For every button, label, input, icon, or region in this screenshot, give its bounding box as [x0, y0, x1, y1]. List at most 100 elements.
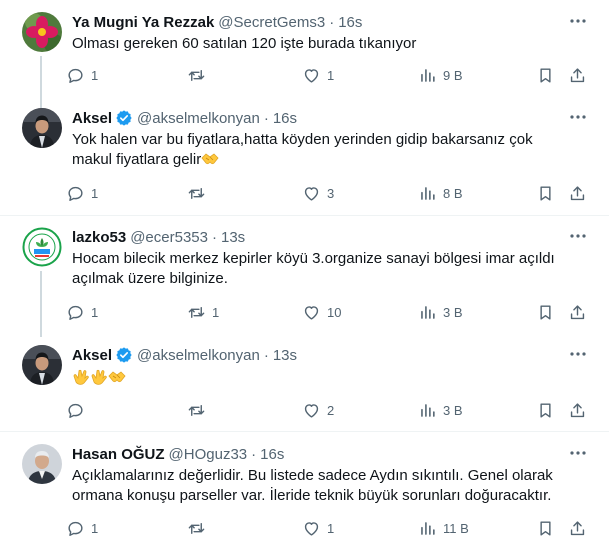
- view-count: 9 B: [443, 67, 463, 83]
- user-handle[interactable]: @SecretGems3: [218, 14, 325, 31]
- view-count: 11 B: [443, 520, 469, 536]
- retweet-icon: [188, 69, 205, 81]
- like-button[interactable]: 2: [302, 399, 334, 421]
- user-handle[interactable]: @HOguz33: [169, 446, 248, 463]
- avatar-aksel[interactable]: [22, 108, 62, 148]
- reply-count: 1: [91, 520, 99, 536]
- timestamp[interactable]: 13s: [221, 229, 245, 246]
- reply-icon: [68, 305, 83, 320]
- tweet-header: Aksel @akselmelkonyan · 13s: [72, 345, 569, 365]
- views-button[interactable]: 3 B: [418, 301, 463, 323]
- bookmark-button[interactable]: [536, 301, 555, 323]
- avatar-aksel[interactable]: [22, 345, 62, 385]
- retweet-icon: [188, 187, 205, 199]
- bookmark-button[interactable]: [536, 64, 555, 86]
- more-options-icon[interactable]: [569, 14, 587, 28]
- tweet[interactable]: Ya Mugni Ya Rezzak @SecretGems3 · 16s Ol…: [0, 12, 609, 108]
- heart-icon: [304, 403, 319, 418]
- separator-dot: ·: [263, 346, 269, 364]
- clapping-hands-emoji: [72, 368, 90, 391]
- tweet-text-content: Olması gereken 60 satılan 120 işte burad…: [72, 35, 417, 52]
- separator-dot: ·: [329, 13, 335, 31]
- share-button[interactable]: [568, 182, 587, 204]
- user-handle[interactable]: @akselmelkonyan: [137, 110, 260, 127]
- tweet-text: Olması gereken 60 satılan 120 işte burad…: [72, 34, 567, 54]
- like-button[interactable]: 10: [302, 301, 341, 323]
- heart-icon: [304, 68, 319, 83]
- reply-button[interactable]: 1: [66, 301, 98, 323]
- clapping-hands-emoji: [90, 368, 108, 391]
- more-options-icon[interactable]: [569, 347, 587, 361]
- timestamp[interactable]: 16s: [273, 110, 297, 127]
- reply-button[interactable]: 1: [66, 64, 98, 86]
- display-name[interactable]: lazko53: [72, 229, 126, 246]
- like-button[interactable]: 1: [302, 64, 334, 86]
- tweet[interactable]: Aksel @akselmelkonyan · 13s 2 3 B: [0, 345, 609, 425]
- reply-button[interactable]: 1: [66, 182, 98, 204]
- user-handle[interactable]: @akselmelkonyan: [137, 347, 260, 364]
- views-button[interactable]: 11 B: [418, 517, 469, 539]
- view-count: 3 B: [443, 304, 463, 320]
- timestamp[interactable]: 13s: [273, 347, 297, 364]
- tweet-text-content: Yok halen var bu fiyatlara,hatta köyden …: [72, 131, 533, 168]
- display-name[interactable]: Hasan OĞUZ: [72, 446, 165, 463]
- like-button[interactable]: 3: [302, 182, 334, 204]
- timestamp[interactable]: 16s: [338, 14, 362, 31]
- views-icon: [421, 403, 435, 417]
- bookmark-icon: [540, 402, 551, 418]
- tweet-divider: [0, 431, 609, 432]
- tweet[interactable]: lazko53 @ecer5353 · 13s Hocam bilecik me…: [0, 227, 609, 337]
- tweet[interactable]: Hasan OĞUZ @HOguz33 · 16s Açıklamalarını…: [0, 444, 609, 543]
- bookmark-button[interactable]: [536, 399, 555, 421]
- tweet[interactable]: Aksel @akselmelkonyan · 16s Yok halen va…: [0, 96, 609, 208]
- retweet-button[interactable]: 1: [187, 301, 219, 323]
- share-button[interactable]: [568, 399, 587, 421]
- retweet-button[interactable]: [187, 517, 212, 539]
- bookmark-button[interactable]: [536, 182, 555, 204]
- reply-button[interactable]: 1: [66, 517, 98, 539]
- views-icon: [421, 305, 435, 319]
- views-button[interactable]: 8 B: [418, 182, 463, 204]
- reply-icon: [68, 68, 83, 83]
- retweet-button[interactable]: [187, 182, 212, 204]
- share-button[interactable]: [568, 517, 587, 539]
- separator-dot: ·: [211, 228, 217, 246]
- tweet-header: Aksel @akselmelkonyan · 16s: [72, 108, 569, 128]
- retweet-button[interactable]: [187, 399, 212, 421]
- like-button[interactable]: 1: [302, 517, 334, 539]
- reply-count: 1: [91, 185, 99, 201]
- avatar-hasan-oguz[interactable]: [22, 444, 62, 484]
- bookmark-button[interactable]: [536, 517, 555, 539]
- views-icon: [421, 68, 435, 82]
- timestamp[interactable]: 16s: [260, 446, 284, 463]
- action-bar: 1 1 9 B: [66, 64, 593, 86]
- more-options-icon[interactable]: [569, 229, 587, 243]
- reply-button[interactable]: [66, 399, 91, 421]
- more-options-icon[interactable]: [569, 110, 587, 124]
- bookmark-icon: [540, 304, 551, 320]
- user-handle[interactable]: @ecer5353: [130, 229, 208, 246]
- handshake-emoji: [201, 151, 219, 173]
- share-icon: [570, 67, 585, 82]
- share-icon: [570, 185, 585, 200]
- views-button[interactable]: 9 B: [418, 64, 463, 86]
- avatar-flower[interactable]: [22, 12, 62, 52]
- heart-icon: [304, 186, 319, 201]
- display-name[interactable]: Ya Mugni Ya Rezzak: [72, 14, 214, 31]
- action-bar: 2 3 B: [66, 399, 593, 421]
- retweet-button[interactable]: [187, 64, 212, 86]
- display-name[interactable]: Aksel: [72, 110, 112, 127]
- action-bar: 1 3 8 B: [66, 182, 593, 204]
- display-name[interactable]: Aksel: [72, 347, 112, 364]
- avatar-lazko53[interactable]: [22, 227, 62, 267]
- reply-count: 1: [91, 304, 99, 320]
- tweet-header: lazko53 @ecer5353 · 13s: [72, 227, 569, 247]
- views-button[interactable]: 3 B: [418, 399, 463, 421]
- tweet-divider: [0, 215, 609, 216]
- tweet-text: Açıklamalarınız değerlidir. Bu listede s…: [72, 466, 572, 506]
- share-button[interactable]: [568, 301, 587, 323]
- reply-icon: [68, 186, 83, 201]
- reply-count: 1: [91, 67, 99, 83]
- share-button[interactable]: [568, 64, 587, 86]
- more-options-icon[interactable]: [569, 446, 587, 460]
